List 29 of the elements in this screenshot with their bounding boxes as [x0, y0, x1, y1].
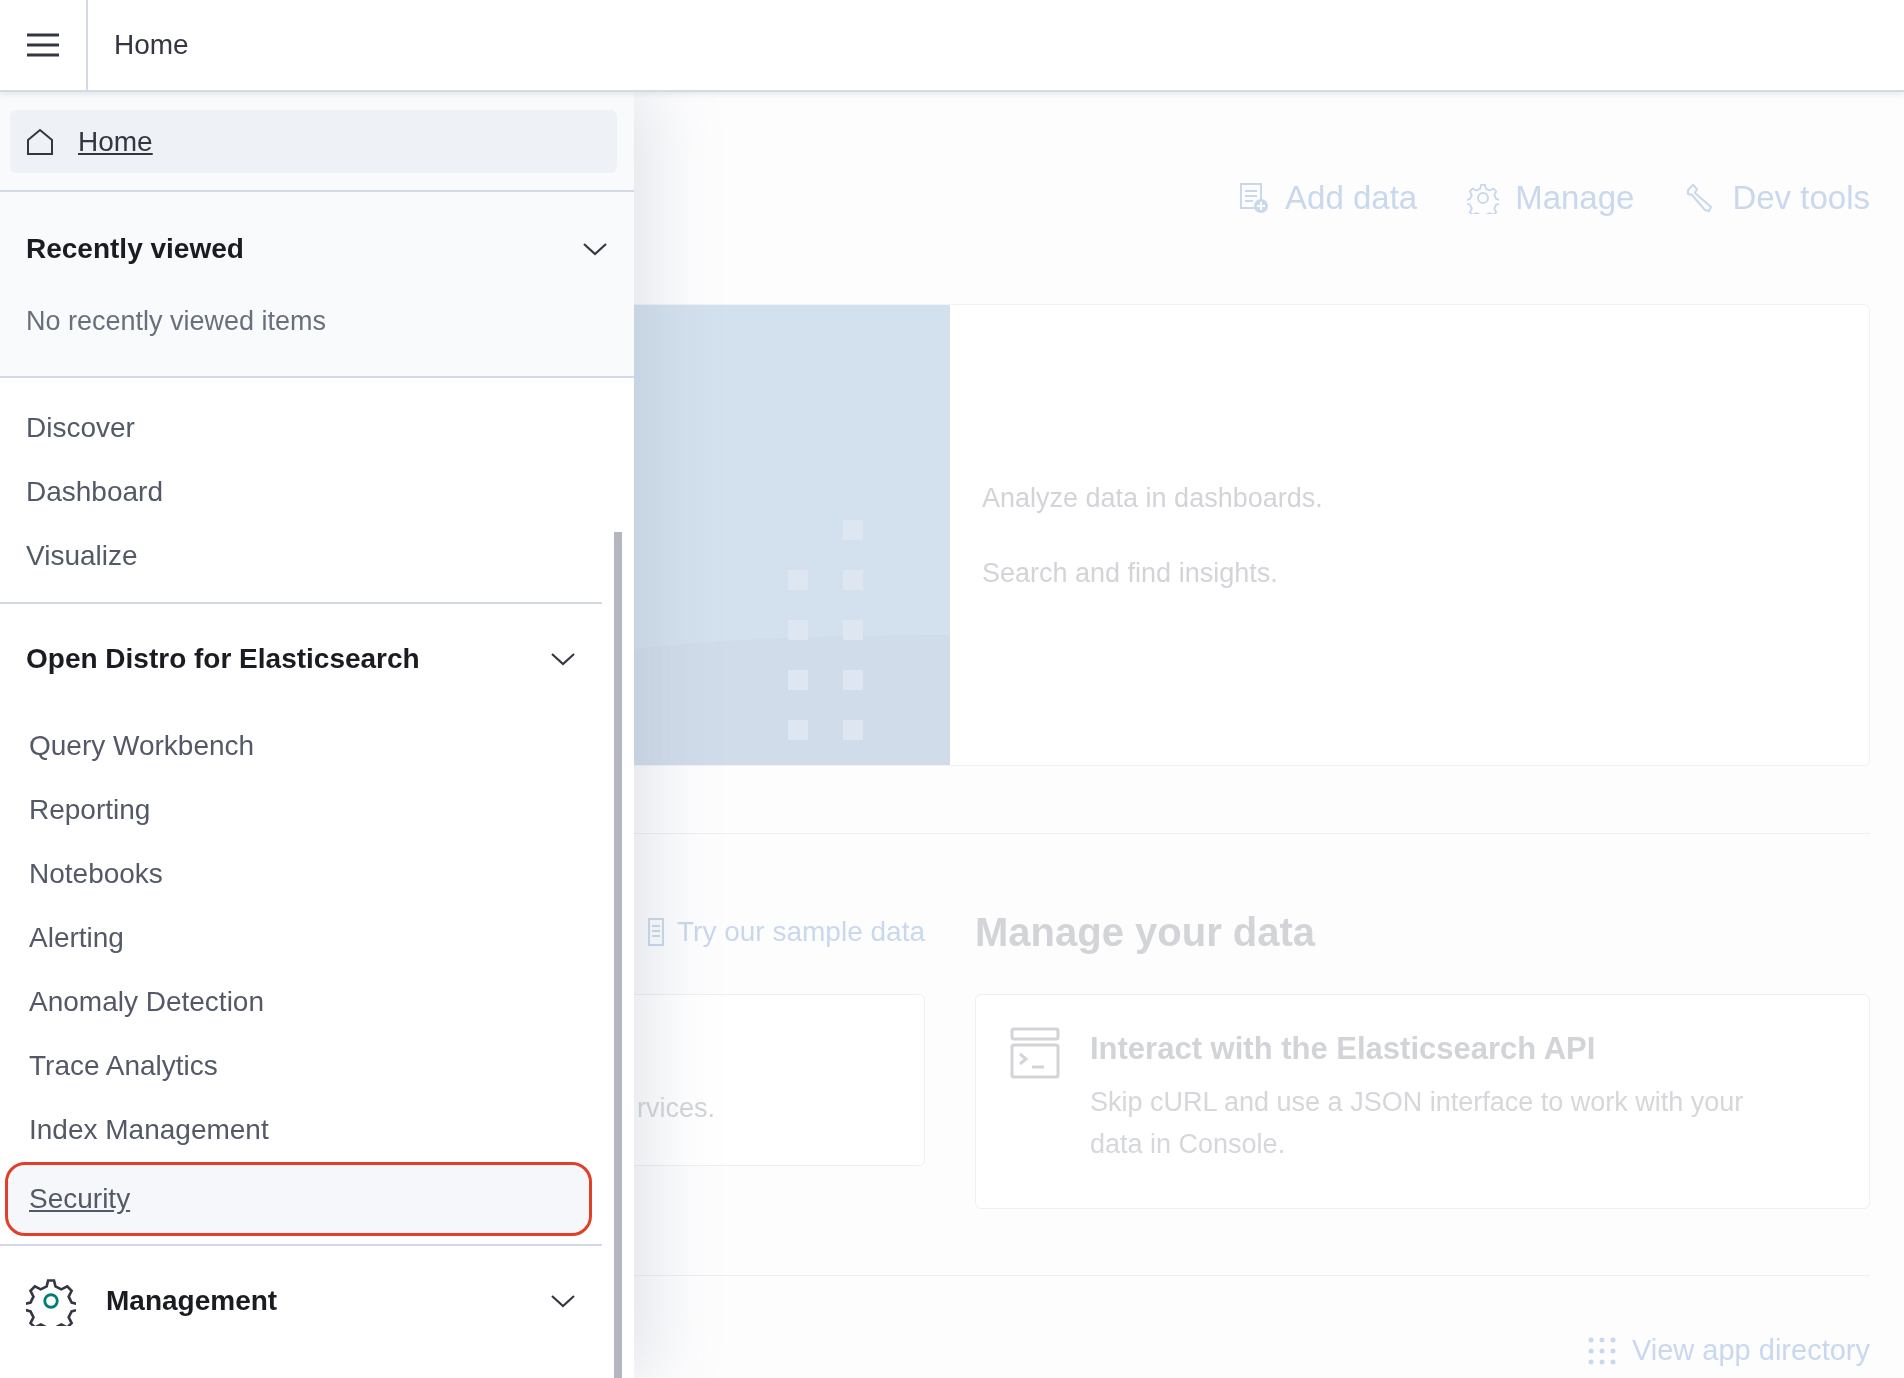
menu-icon	[26, 32, 60, 58]
gear-icon	[1467, 182, 1500, 214]
nav-item[interactable]: Notebooks	[5, 842, 592, 906]
nav-item[interactable]: Discover	[0, 396, 602, 460]
nav-item[interactable]: Alerting	[5, 906, 592, 970]
scrollbar[interactable]	[614, 532, 622, 1378]
console-icon	[1010, 1027, 1060, 1079]
section-heading: Open Distro for Elasticsearch	[26, 643, 420, 675]
home-icon	[26, 127, 54, 156]
chevron-down-icon[interactable]	[550, 651, 576, 667]
empty-message: No recently viewed items	[26, 306, 327, 336]
nav-item[interactable]: Dashboard	[0, 460, 602, 524]
nav-item[interactable]: Trace Analytics	[5, 1034, 592, 1098]
gear-icon	[26, 1276, 76, 1326]
page-title: Home	[114, 29, 189, 61]
nav-item[interactable]: Visualize	[0, 524, 602, 588]
chevron-down-icon[interactable]	[582, 241, 608, 257]
nav-item[interactable]: Security	[5, 1162, 592, 1236]
nav-item[interactable]: Reporting	[5, 778, 592, 842]
section-heading: Management	[106, 1285, 279, 1317]
document-plus-icon	[1239, 182, 1270, 214]
section-heading: Recently viewed	[26, 233, 244, 265]
nav-item[interactable]: Home	[10, 110, 617, 173]
chevron-down-icon[interactable]	[550, 1293, 576, 1309]
nav-item[interactable]: Anomaly Detection	[5, 970, 592, 1034]
nav-item[interactable]: Index Management	[5, 1098, 592, 1162]
nav-item[interactable]: Query Workbench	[5, 714, 592, 778]
grid-icon	[1587, 1336, 1616, 1365]
document-icon	[647, 917, 666, 947]
